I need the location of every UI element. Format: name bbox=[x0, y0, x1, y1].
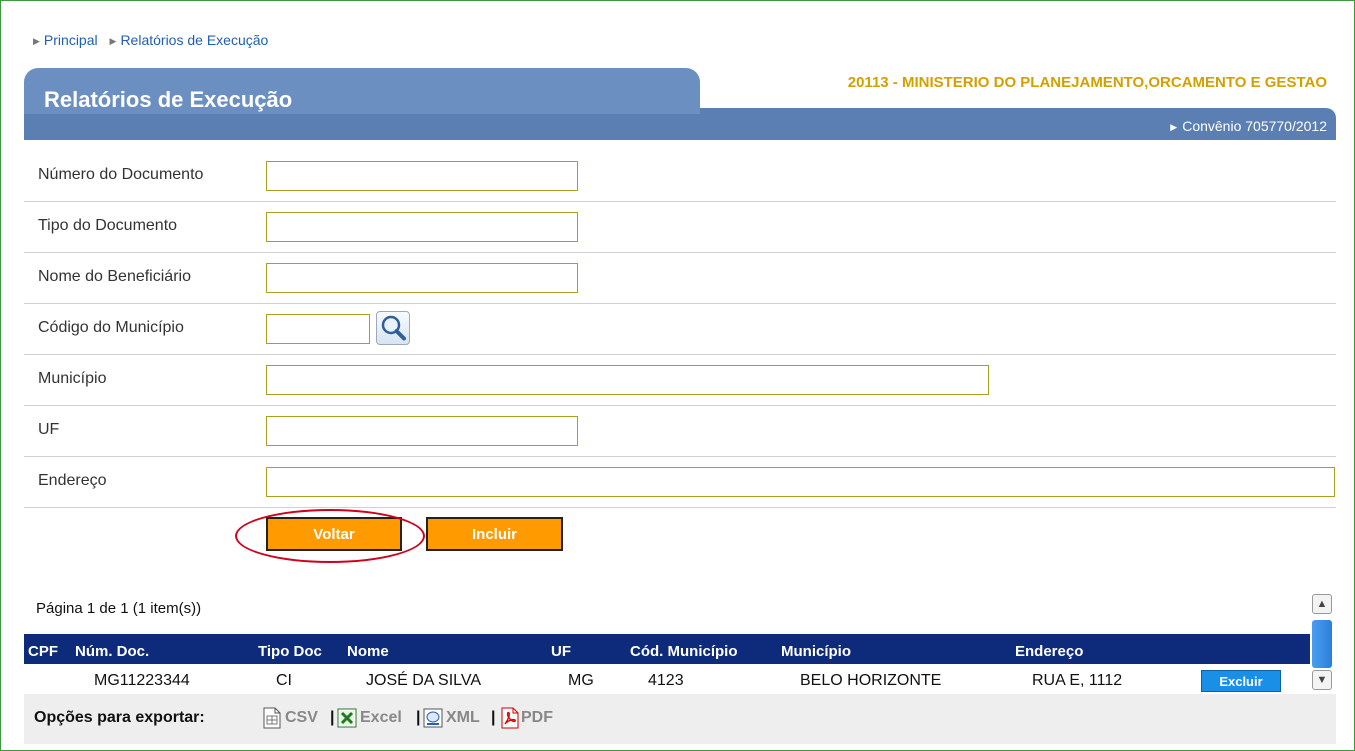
export-xml-link[interactable]: XML bbox=[446, 709, 480, 727]
row-municipio: Município bbox=[24, 354, 1336, 406]
scroll-down-icon[interactable]: ▼ bbox=[1312, 670, 1332, 690]
municipio-input[interactable] bbox=[266, 365, 989, 395]
breadcrumb-principal[interactable]: Principal bbox=[44, 32, 98, 48]
uf-input[interactable] bbox=[266, 416, 578, 446]
excluir-button[interactable]: Excluir bbox=[1201, 670, 1281, 692]
numero-documento-input[interactable] bbox=[266, 161, 578, 191]
cell-uf: MG bbox=[568, 672, 594, 689]
separator: | bbox=[491, 709, 496, 726]
row-endereco: Endereço bbox=[24, 456, 1336, 508]
table-row: MG11223344 CI JOSÉ DA SILVA MG 4123 BELO… bbox=[24, 664, 1310, 694]
municipio-label: Município bbox=[38, 370, 107, 387]
breadcrumb-arrow-icon: ▶ bbox=[109, 36, 117, 46]
cell-nome: JOSÉ DA SILVA bbox=[366, 672, 482, 689]
uf-label: UF bbox=[38, 421, 60, 438]
xml-icon[interactable] bbox=[423, 707, 443, 729]
export-excel-link[interactable]: Excel bbox=[360, 709, 402, 727]
row-numero-documento: Número do Documento bbox=[24, 150, 1336, 202]
tipo-documento-input[interactable] bbox=[266, 212, 578, 242]
export-csv-link[interactable]: CSV bbox=[285, 709, 318, 727]
organization-name: 20113 - MINISTERIO DO PLANEJAMENTO,ORCAM… bbox=[847, 74, 1327, 91]
pdf-icon[interactable] bbox=[500, 707, 520, 729]
scroll-thumb[interactable] bbox=[1312, 620, 1332, 668]
codigo-municipio-label: Código do Município bbox=[38, 319, 184, 336]
cell-num-doc: MG11223344 bbox=[94, 672, 190, 689]
separator: | bbox=[416, 709, 421, 726]
cell-tipo-doc: CI bbox=[276, 672, 292, 689]
codigo-municipio-input[interactable] bbox=[266, 314, 370, 344]
col-endereco[interactable]: Endereço bbox=[1015, 643, 1083, 660]
breadcrumb-relatorios[interactable]: Relatórios de Execução bbox=[120, 32, 268, 48]
convenio-link[interactable]: ▶ Convênio 705770/2012 bbox=[1170, 118, 1327, 134]
table-scrollbar[interactable]: ▲ ▼ bbox=[1311, 594, 1335, 694]
col-num-doc[interactable]: Núm. Doc. bbox=[75, 643, 149, 660]
nome-beneficiario-label: Nome do Beneficiário bbox=[38, 268, 191, 285]
export-bar: Opções para exportar: CSV | Excel | XML … bbox=[24, 694, 1336, 744]
row-uf: UF bbox=[24, 405, 1336, 457]
search-municipio-button[interactable] bbox=[376, 311, 410, 345]
page-title: Relatórios de Execução bbox=[44, 87, 293, 112]
col-cod-municipio[interactable]: Cód. Município bbox=[630, 643, 737, 660]
nome-beneficiario-input[interactable] bbox=[266, 263, 578, 293]
col-tipo-doc[interactable]: Tipo Doc bbox=[258, 643, 322, 660]
convenio-label: Convênio 705770/2012 bbox=[1182, 118, 1327, 134]
pagination-status: Página 1 de 1 (1 item(s)) bbox=[36, 600, 202, 617]
breadcrumb-arrow-icon: ▶ bbox=[33, 36, 40, 46]
endereco-input[interactable] bbox=[266, 467, 1335, 497]
col-uf[interactable]: UF bbox=[551, 643, 571, 660]
col-cpf[interactable]: CPF bbox=[28, 643, 58, 660]
col-nome[interactable]: Nome bbox=[347, 643, 389, 660]
separator: | bbox=[330, 709, 335, 726]
col-municipio[interactable]: Município bbox=[781, 643, 851, 660]
search-icon bbox=[381, 315, 406, 341]
cell-municipio: BELO HORIZONTE bbox=[800, 672, 942, 689]
row-tipo-documento: Tipo do Documento bbox=[24, 201, 1336, 253]
csv-icon[interactable] bbox=[262, 707, 282, 729]
incluir-button[interactable]: Incluir bbox=[426, 517, 563, 551]
excel-icon[interactable] bbox=[337, 707, 357, 729]
cell-cod-municipio: 4123 bbox=[648, 672, 684, 689]
highlight-annotation bbox=[235, 509, 425, 563]
row-nome-beneficiario: Nome do Beneficiário bbox=[24, 252, 1336, 304]
row-codigo-municipio: Código do Município bbox=[24, 303, 1336, 355]
table-header: CPF Núm. Doc. Tipo Doc Nome UF Cód. Muni… bbox=[24, 634, 1310, 664]
cell-endereco: RUA E, 1112 bbox=[1032, 672, 1123, 689]
export-pdf-link[interactable]: PDF bbox=[521, 709, 553, 727]
scroll-up-icon[interactable]: ▲ bbox=[1312, 594, 1332, 614]
numero-documento-label: Número do Documento bbox=[38, 166, 204, 183]
tipo-documento-label: Tipo do Documento bbox=[38, 217, 178, 234]
export-label: Opções para exportar: bbox=[34, 709, 205, 726]
endereco-label: Endereço bbox=[38, 472, 107, 489]
arrow-right-icon: ▶ bbox=[1170, 122, 1178, 132]
breadcrumb: ▶ Principal ▶ Relatórios de Execução bbox=[33, 32, 276, 48]
